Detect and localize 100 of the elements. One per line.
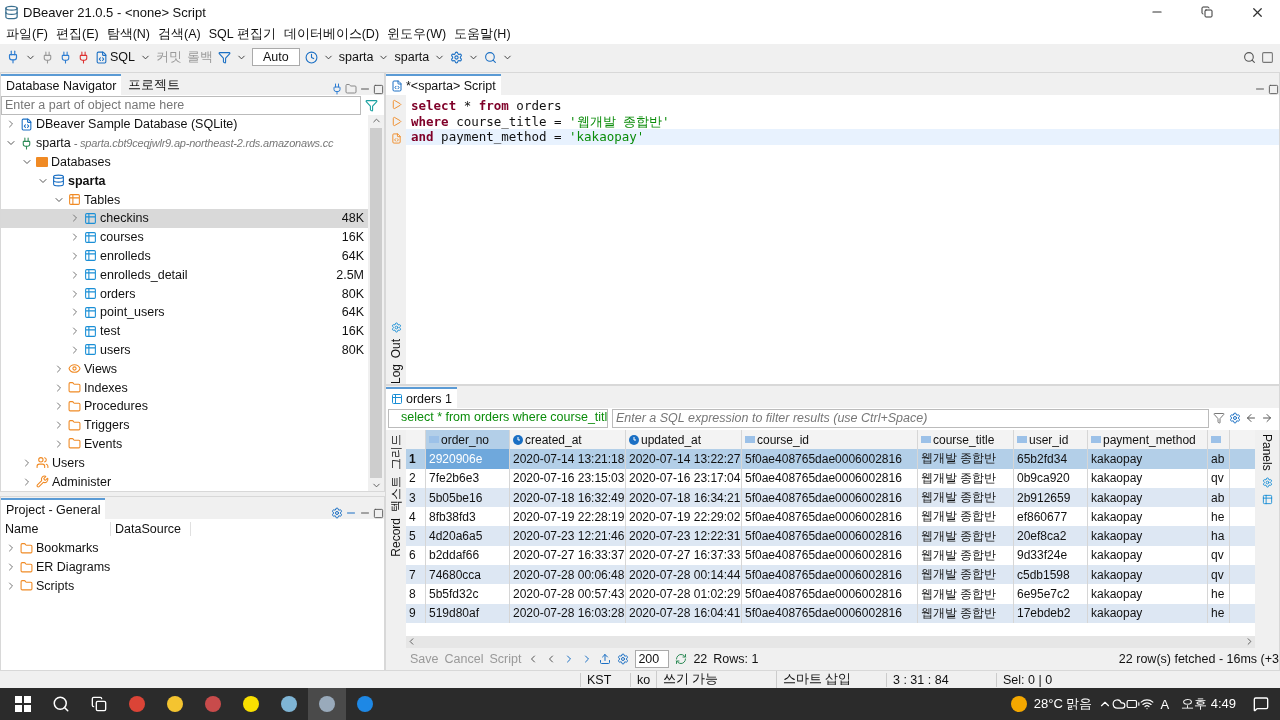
clock-text[interactable]: 오후 4:49 bbox=[1175, 695, 1242, 713]
search-icon[interactable] bbox=[484, 50, 498, 64]
table-size: 64K bbox=[341, 248, 364, 263]
scrollbar[interactable] bbox=[368, 115, 384, 491]
panel-icon[interactable] bbox=[1261, 493, 1273, 505]
maximize-icon[interactable] bbox=[373, 84, 384, 95]
wifi-icon[interactable] bbox=[1140, 697, 1155, 711]
tree-item[interactable]: users 80K bbox=[1, 340, 368, 360]
notification-icon bbox=[1253, 696, 1269, 712]
tree-item[interactable]: Triggers bbox=[1, 415, 368, 435]
menu-item[interactable]: 검색(A) bbox=[156, 25, 207, 43]
datasource-selector[interactable]: sparta bbox=[338, 50, 374, 64]
table-icon bbox=[84, 268, 97, 282]
execute-icon[interactable] bbox=[390, 99, 402, 110]
tree-item[interactable]: Administer bbox=[1, 472, 368, 491]
menu-item[interactable]: 윈도우(W) bbox=[385, 25, 453, 43]
column-header[interactable]: Name bbox=[1, 522, 111, 536]
filter-icon[interactable] bbox=[365, 98, 378, 112]
results-tab[interactable]: orders 1 bbox=[386, 387, 457, 408]
new-connection-icon[interactable] bbox=[6, 50, 20, 64]
disconnect-icon[interactable] bbox=[77, 50, 90, 64]
tree-item[interactable]: point_users 64K bbox=[1, 302, 368, 322]
execute-icon[interactable] bbox=[390, 116, 402, 127]
menu-item[interactable]: 탐색(N) bbox=[104, 25, 156, 43]
object-filter-field[interactable]: Enter a part of object name here bbox=[1, 95, 361, 115]
side-tab[interactable]: 그리드 bbox=[389, 434, 403, 470]
tree-item[interactable]: courses 16K bbox=[1, 227, 368, 247]
tree-item[interactable]: Scripts bbox=[1, 576, 384, 596]
status-item: ko bbox=[630, 672, 656, 687]
plug-icon[interactable] bbox=[41, 50, 54, 64]
app-icon bbox=[280, 695, 298, 713]
tree-item[interactable]: Users bbox=[1, 453, 368, 473]
tree-item[interactable]: sparta - sparta.cbt9ceqjwlr9.ap-northeast-2.rds.amazonaws.cc bbox=[1, 133, 368, 153]
tree-item[interactable]: sparta bbox=[1, 171, 368, 191]
tree-item[interactable]: Bookmarks bbox=[1, 539, 384, 558]
search-icon[interactable] bbox=[1243, 50, 1256, 64]
tree-item[interactable]: Events bbox=[1, 434, 368, 454]
column-header[interactable]: DataSource bbox=[111, 522, 191, 536]
tree-item[interactable]: Views bbox=[1, 359, 368, 379]
side-tab[interactable]: Record bbox=[389, 518, 403, 557]
commit-mode-field[interactable]: Auto bbox=[252, 48, 300, 66]
folder-icon[interactable] bbox=[345, 83, 357, 95]
battery-icon[interactable] bbox=[1126, 697, 1141, 711]
export-icon[interactable] bbox=[599, 653, 612, 665]
menu-item[interactable]: 데이터베이스(D) bbox=[281, 25, 386, 43]
tree-item[interactable]: orders 80K bbox=[1, 284, 368, 303]
table-icon bbox=[84, 230, 97, 244]
new-connection-icon[interactable] bbox=[331, 83, 343, 95]
menu-item[interactable]: 도움말(H) bbox=[452, 25, 517, 43]
table-cell: 2020-07-23 12:22:31 bbox=[626, 526, 742, 546]
refresh-icon[interactable] bbox=[675, 653, 688, 665]
row-number: 8 bbox=[406, 584, 426, 604]
settings-icon[interactable] bbox=[1229, 412, 1241, 424]
side-tab[interactable]: Out bbox=[389, 338, 403, 358]
tree-item[interactable]: DBeaver Sample Database (SQLite) bbox=[1, 115, 368, 134]
tree-item[interactable]: enrolleds_detail 2.5M bbox=[1, 265, 368, 285]
tree-item[interactable]: checkins 48K bbox=[1, 209, 368, 228]
tree-item[interactable]: Tables bbox=[1, 190, 368, 209]
settings-icon[interactable] bbox=[331, 507, 343, 519]
tree-item[interactable]: ER Diagrams bbox=[1, 557, 384, 577]
menu-item[interactable]: 편집(E) bbox=[53, 25, 105, 43]
folder-icon bbox=[36, 157, 48, 167]
table-cell: kakaopay bbox=[1088, 468, 1208, 488]
side-tab[interactable]: Log bbox=[389, 363, 403, 384]
schema-selector[interactable]: sparta bbox=[394, 50, 430, 64]
tree-item[interactable]: Databases bbox=[1, 152, 368, 172]
panels-tab[interactable]: Panels bbox=[1260, 434, 1274, 471]
forward-icon[interactable] bbox=[1261, 412, 1273, 424]
settings-icon[interactable] bbox=[390, 321, 402, 333]
table-cell: 웹개발 종합반 bbox=[918, 584, 1014, 604]
maximize-icon[interactable] bbox=[1268, 84, 1279, 95]
cloud-icon[interactable] bbox=[1112, 697, 1127, 711]
fetch-size-field[interactable]: 200 bbox=[635, 650, 670, 668]
connect-icon[interactable] bbox=[59, 50, 72, 64]
menu-item[interactable]: SQL 편집기 bbox=[206, 25, 282, 43]
tree-item[interactable]: Procedures bbox=[1, 396, 368, 416]
panel-tab[interactable]: Project - General bbox=[1, 498, 106, 519]
tree-item[interactable]: enrolleds 64K bbox=[1, 246, 368, 266]
table-cell: 2920906e bbox=[426, 449, 510, 469]
filter-icon[interactable] bbox=[1213, 412, 1225, 424]
scrollbar[interactable] bbox=[406, 636, 1255, 648]
back-icon[interactable] bbox=[1245, 412, 1257, 424]
editor-tab[interactable]: *<sparta> Script bbox=[386, 74, 501, 95]
tree-item[interactable]: test 16K bbox=[1, 321, 368, 341]
history-icon[interactable] bbox=[304, 50, 318, 64]
panel-icon[interactable] bbox=[1261, 476, 1273, 488]
settings-icon[interactable] bbox=[617, 653, 630, 665]
menu-item[interactable]: 파일(F) bbox=[4, 25, 54, 43]
input-method[interactable]: A bbox=[1154, 696, 1176, 712]
result-filter-field[interactable]: Enter a SQL expression to filter results (use Ctrl+Space) bbox=[612, 408, 1209, 428]
side-tab[interactable]: 텍스트 bbox=[389, 476, 403, 512]
column-header[interactable]: order_no bbox=[426, 430, 510, 450]
maximize-icon[interactable] bbox=[373, 508, 384, 519]
tree-item[interactable]: Indexes bbox=[1, 378, 368, 397]
table-cell: kakaopay bbox=[1088, 584, 1208, 604]
script-icon[interactable] bbox=[390, 133, 402, 144]
panel-tab[interactable]: Database Navigator bbox=[1, 74, 122, 95]
perspective-icon[interactable] bbox=[1261, 50, 1274, 64]
app-logo-icon bbox=[4, 4, 19, 20]
sql-button[interactable]: SQL bbox=[95, 50, 135, 64]
